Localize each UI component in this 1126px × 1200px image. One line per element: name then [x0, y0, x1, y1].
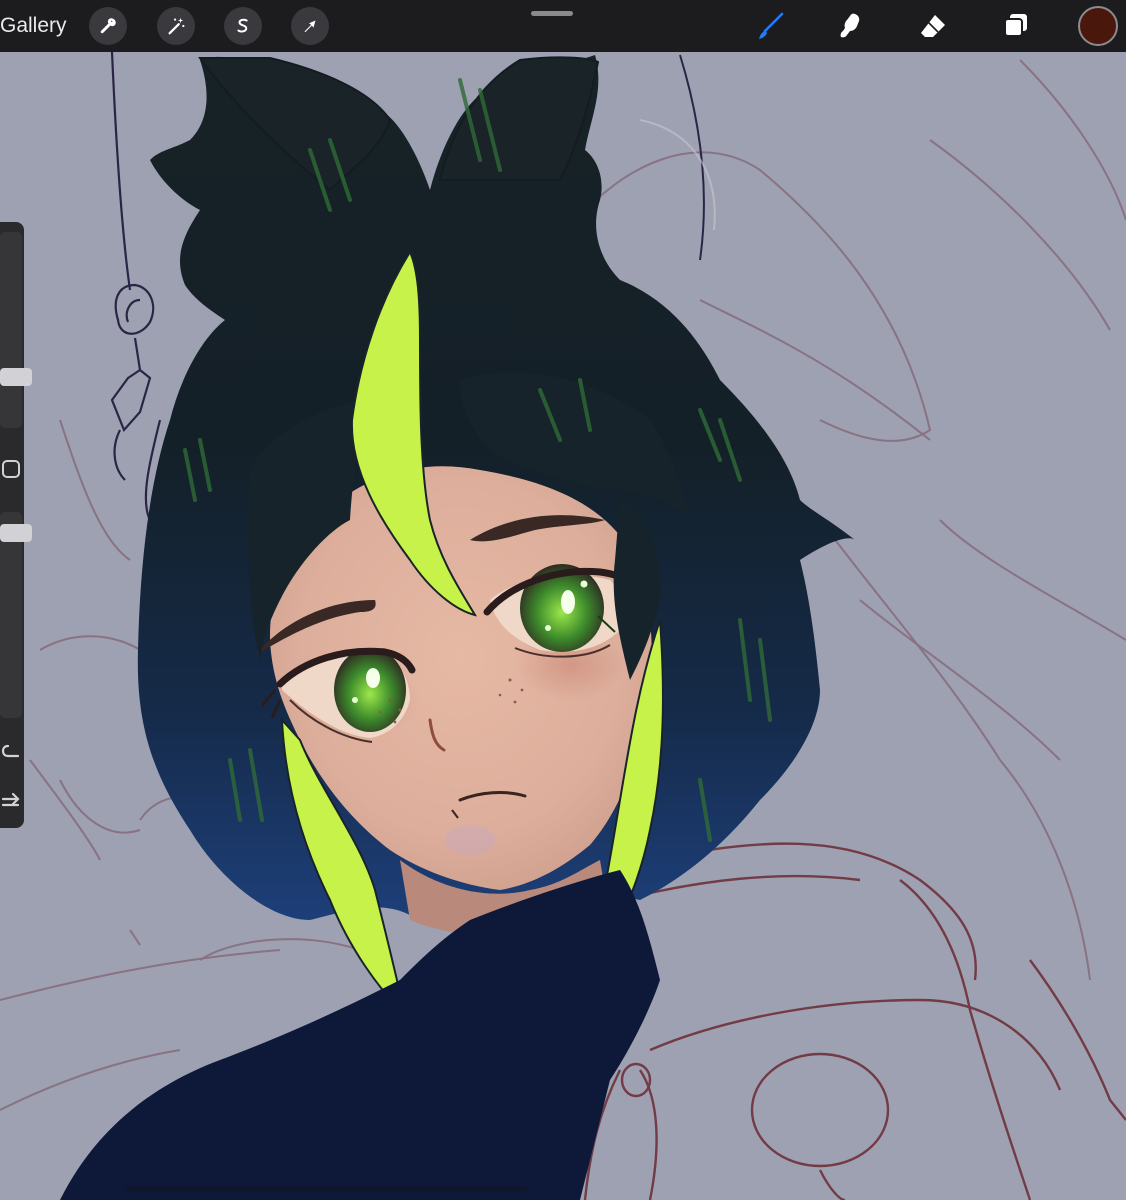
brush-size-thumb[interactable]	[0, 368, 32, 386]
drawing-canvas[interactable]	[0, 52, 1126, 1200]
horizontal-scroll-indicator[interactable]	[124, 1186, 528, 1192]
adjustments-button[interactable]	[157, 7, 195, 45]
layers-button[interactable]	[996, 6, 1036, 46]
square-modify-icon	[2, 460, 20, 478]
brush-icon	[759, 12, 784, 39]
redo-button[interactable]	[0, 786, 22, 808]
undo-button[interactable]	[0, 740, 22, 762]
brush-size-slider[interactable]	[0, 232, 32, 428]
opacity-thumb[interactable]	[0, 524, 32, 542]
eraser-tool-button[interactable]	[913, 6, 953, 46]
wrench-icon	[100, 18, 116, 34]
magic-wand-icon	[168, 17, 185, 35]
redo-icon	[1, 792, 20, 807]
procreate-app: Gallery	[0, 0, 1126, 1200]
gallery-button[interactable]: Gallery	[0, 0, 67, 52]
selection-s-icon	[237, 18, 248, 33]
arrow-cursor-icon	[304, 20, 316, 33]
grab-handle[interactable]	[531, 11, 573, 16]
smudge-finger-icon	[840, 13, 860, 38]
eraser-icon	[921, 15, 945, 37]
opacity-slider[interactable]	[0, 512, 32, 718]
transform-button[interactable]	[291, 7, 329, 45]
actions-button[interactable]	[89, 7, 127, 45]
modify-button[interactable]	[0, 458, 22, 480]
artwork-illustration	[0, 52, 1126, 1200]
sidebar	[0, 222, 32, 828]
brush-tool-button[interactable]	[750, 6, 790, 46]
color-swatch[interactable]	[1078, 6, 1118, 46]
undo-icon	[1, 744, 20, 758]
smudge-tool-button[interactable]	[830, 6, 870, 46]
layers-icon	[1004, 14, 1027, 37]
selection-button[interactable]	[224, 7, 262, 45]
top-toolbar: Gallery	[0, 0, 1126, 52]
